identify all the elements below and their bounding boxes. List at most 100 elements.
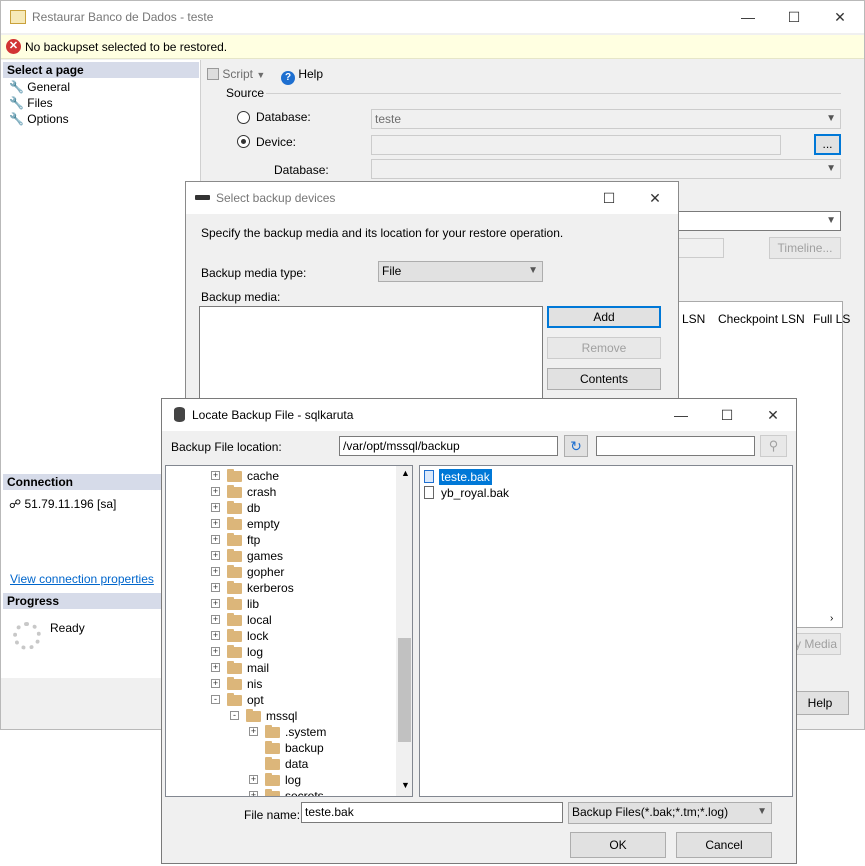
backup-media-list[interactable] [199, 306, 543, 410]
refresh-button[interactable]: ↻ [564, 435, 588, 457]
server-icon: ☍ [9, 497, 22, 511]
tree-item-data[interactable]: data [166, 756, 394, 772]
grid-scroll-right-icon[interactable]: › [830, 613, 833, 624]
folder-icon [227, 501, 242, 514]
help-toolbar-button[interactable]: ? Help [281, 65, 323, 85]
refresh-icon: ↻ [570, 438, 582, 454]
tree-item-secrets[interactable]: + secrets [166, 788, 394, 797]
device-field[interactable] [371, 135, 781, 155]
tree-item-log[interactable]: + log [166, 644, 394, 660]
server-info: ☍ 51.79.11.196 [sa] [9, 497, 117, 511]
scroll-down-icon[interactable]: ▼ [401, 780, 410, 790]
tree-item-nis[interactable]: + nis [166, 676, 394, 692]
grid-header-checkpoint-lsn[interactable]: Checkpoint LSN [718, 312, 805, 326]
file-name-field[interactable]: teste.bak [301, 802, 563, 823]
device-radio[interactable] [237, 135, 250, 148]
media-type-select[interactable]: File ▼ [378, 261, 543, 282]
collapse-icon[interactable]: - [211, 695, 220, 704]
close-button[interactable]: ✕ [817, 1, 863, 33]
app-icon [10, 10, 26, 24]
grid-header-full-lsn[interactable]: Full LS [813, 312, 850, 326]
expand-icon[interactable]: + [211, 503, 220, 512]
tree-item-local[interactable]: + local [166, 612, 394, 628]
database-select[interactable]: teste ▼ [371, 109, 841, 129]
tree-item-system[interactable]: + .system [166, 724, 394, 740]
tree-item-kerberos[interactable]: + kerberos [166, 580, 394, 596]
device-database-label: Database: [274, 163, 329, 177]
locate-close-button[interactable]: ✕ [750, 399, 796, 431]
tree-item-log[interactable]: + log [166, 772, 394, 788]
expand-icon[interactable]: + [211, 487, 220, 496]
device-database-select[interactable]: ▼ [371, 159, 841, 179]
expand-icon[interactable]: + [211, 519, 220, 528]
page-general[interactable]: 🔧 General [9, 80, 70, 94]
tree-scrollbar[interactable]: ▲ ▼ [396, 466, 412, 796]
main-help-button[interactable]: Help [791, 691, 849, 715]
file-name-label: File name: [244, 808, 301, 822]
view-connection-link[interactable]: View connection properties [10, 572, 154, 586]
folder-tree[interactable]: + cache + crash + db + empty + ftp + games + gopher + k… [165, 465, 413, 797]
search-button[interactable]: ⚲ [760, 435, 787, 457]
tree-item-lib[interactable]: + lib [166, 596, 394, 612]
remove-button[interactable]: Remove [547, 337, 661, 359]
page-options[interactable]: 🔧 Options [9, 112, 69, 126]
expand-icon[interactable]: + [249, 727, 258, 736]
search-field[interactable] [596, 436, 755, 456]
expand-icon[interactable]: + [249, 791, 258, 796]
file-icon [424, 486, 434, 499]
expand-icon[interactable]: + [249, 775, 258, 784]
file-type-select[interactable]: Backup Files(*.bak;*.tm;*.log) ▼ [568, 802, 772, 824]
select-page-header: Select a page [3, 62, 199, 78]
expand-icon[interactable]: + [211, 663, 220, 672]
expand-icon[interactable]: + [211, 551, 220, 560]
select-devices-close-button[interactable]: ✕ [632, 182, 678, 214]
select-devices-maximize-button[interactable]: ☐ [586, 182, 632, 214]
cancel-button[interactable]: Cancel [676, 832, 772, 858]
expand-icon[interactable]: + [211, 679, 220, 688]
expand-icon[interactable]: + [211, 631, 220, 640]
expand-icon[interactable]: + [211, 583, 220, 592]
maximize-button[interactable]: ☐ [771, 1, 817, 33]
tree-item-gopher[interactable]: + gopher [166, 564, 394, 580]
tree-item-db[interactable]: + db [166, 500, 394, 516]
locate-minimize-button[interactable]: — [658, 399, 704, 431]
file-list[interactable]: teste.bak yb_royal.bak [419, 465, 793, 797]
tree-item-mail[interactable]: + mail [166, 660, 394, 676]
tape-icon [195, 195, 210, 200]
media-type-label: Backup media type: [201, 266, 307, 280]
grid-header-lsn[interactable]: LSN [682, 312, 705, 326]
minimize-button[interactable]: — [725, 1, 771, 33]
expand-icon[interactable]: + [211, 599, 220, 608]
folder-icon [227, 613, 242, 626]
verify-media-button[interactable]: y Media [791, 633, 841, 655]
tree-item-cache[interactable]: + cache [166, 468, 394, 484]
scroll-up-icon[interactable]: ▲ [401, 468, 410, 478]
expand-icon[interactable]: + [211, 615, 220, 624]
tree-item-mssql[interactable]: - mssql [166, 708, 394, 724]
script-button[interactable]: Script ▼ [207, 65, 265, 83]
restore-to-select[interactable]: ▼ [671, 211, 841, 231]
tree-item-backup[interactable]: backup [166, 740, 394, 756]
tree-item-ftp[interactable]: + ftp [166, 532, 394, 548]
database-radio[interactable] [237, 111, 250, 124]
locate-maximize-button[interactable]: ☐ [704, 399, 750, 431]
tree-item-crash[interactable]: + crash [166, 484, 394, 500]
tree-item-lock[interactable]: + lock [166, 628, 394, 644]
expand-icon[interactable]: + [211, 567, 220, 576]
location-field[interactable]: /var/opt/mssql/backup [339, 436, 558, 456]
tree-item-games[interactable]: + games [166, 548, 394, 564]
tree-item-empty[interactable]: + empty [166, 516, 394, 532]
expand-icon[interactable]: + [211, 647, 220, 656]
page-files[interactable]: 🔧 Files [9, 96, 53, 110]
collapse-icon[interactable]: - [230, 711, 239, 720]
contents-button[interactable]: Contents [547, 368, 661, 390]
timeline-button[interactable]: Timeline... [769, 237, 841, 259]
tree-item-opt[interactable]: - opt [166, 692, 394, 708]
tree-item-label: secrets [285, 789, 324, 797]
browse-button[interactable]: ... [814, 134, 841, 155]
add-button[interactable]: Add [547, 306, 661, 328]
expand-icon[interactable]: + [211, 535, 220, 544]
expand-icon[interactable]: + [211, 471, 220, 480]
scroll-thumb[interactable] [398, 638, 411, 742]
ok-button[interactable]: OK [570, 832, 666, 858]
